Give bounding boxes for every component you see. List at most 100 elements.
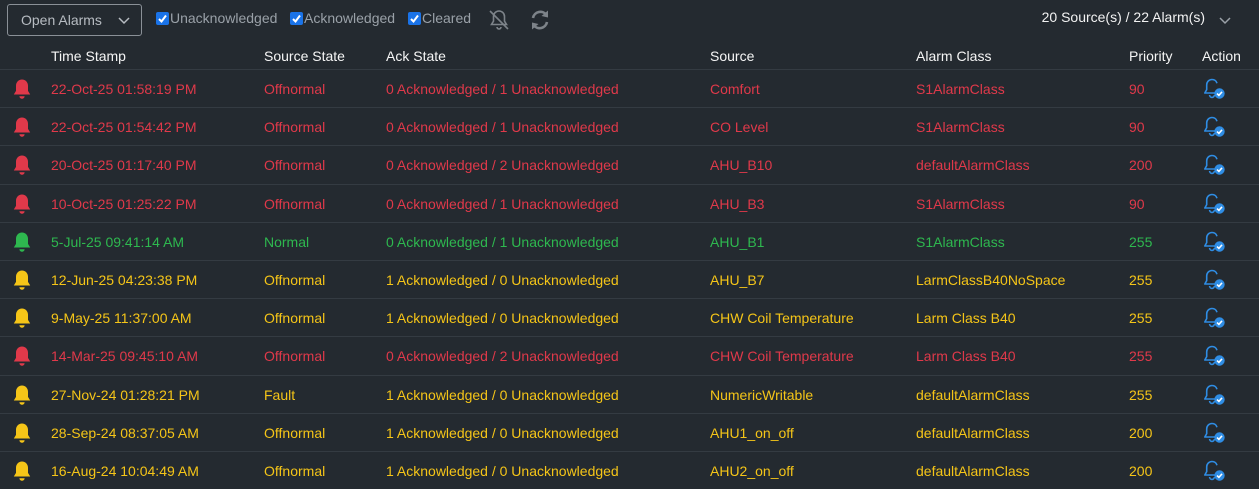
alarm-class-cell: defaultAlarmClass	[916, 157, 1030, 174]
ack-state-cell: 0 Acknowledged / 1 Unacknowledged	[386, 195, 619, 212]
acknowledge-alarm-icon[interactable]	[1202, 115, 1226, 139]
table-row[interactable]: 10-Oct-25 01:25:22 PM Offnormal 0 Acknow…	[0, 185, 1259, 223]
acknowledged-checkbox[interactable]	[290, 11, 303, 25]
chevron-down-icon[interactable]	[1218, 13, 1232, 27]
source-cell: Comfort	[710, 81, 760, 97]
alarm-bell-icon	[13, 308, 31, 328]
table-row[interactable]: 20-Oct-25 01:17:40 PM Offnormal 0 Acknow…	[0, 146, 1259, 185]
source-cell: AHU_B7	[710, 271, 765, 288]
source-state-cell: Offnormal	[264, 119, 326, 136]
ack-state-cell: 0 Acknowledged / 2 Unacknowledged	[386, 157, 619, 174]
acknowledge-alarm-icon[interactable]	[1202, 153, 1226, 177]
alarm-bell-icon	[13, 117, 31, 137]
source-cell: CHW Coil Temperature	[710, 310, 854, 327]
ack-state-cell: 1 Acknowledged / 0 Unacknowledged	[386, 424, 619, 441]
column-header-alarm-class[interactable]: Alarm Class	[916, 48, 991, 64]
acknowledge-alarm-icon[interactable]	[1202, 268, 1226, 292]
alarm-bell-icon	[13, 155, 31, 176]
table-row[interactable]: 28-Sep-24 08:37:05 AM Offnormal 1 Acknow…	[0, 414, 1259, 452]
source-cell: AHU2_on_off	[710, 462, 794, 479]
alarm-summary: 20 Source(s) / 22 Alarm(s)	[1041, 9, 1205, 25]
priority-cell: 255	[1129, 348, 1153, 365]
acknowledge-alarm-icon[interactable]	[1202, 192, 1226, 216]
filter-acknowledged-label: Acknowledged	[304, 10, 396, 26]
alarm-table-body: 22-Oct-25 01:58:19 PM Offnormal 0 Acknow…	[0, 70, 1259, 489]
column-header-priority[interactable]: Priority	[1129, 48, 1173, 64]
acknowledge-alarm-icon[interactable]	[1202, 306, 1226, 330]
filter-cleared[interactable]: Cleared	[408, 9, 471, 27]
priority-cell: 255	[1129, 310, 1153, 327]
acknowledge-alarm-icon[interactable]	[1202, 383, 1226, 407]
source-cell: AHU1_on_off	[710, 424, 794, 441]
alarm-class-cell: S1AlarmClass	[916, 81, 1005, 97]
table-row[interactable]: 5-Jul-25 09:41:14 AM Normal 0 Acknowledg…	[0, 223, 1259, 261]
ack-state-cell: 1 Acknowledged / 0 Unacknowledged	[386, 310, 619, 327]
alarm-bell-icon	[13, 385, 31, 405]
table-row[interactable]: 22-Oct-25 01:58:19 PM Offnormal 0 Acknow…	[0, 70, 1259, 109]
source-state-cell: Offnormal	[264, 424, 326, 441]
priority-cell: 255	[1129, 386, 1153, 403]
table-row[interactable]: 27-Nov-24 01:28:21 PM Fault 1 Acknowledg…	[0, 376, 1259, 414]
acknowledge-alarm-icon[interactable]	[1202, 421, 1226, 445]
priority-cell: 90	[1129, 119, 1145, 136]
priority-cell: 200	[1129, 157, 1153, 174]
alarm-class-cell: defaultAlarmClass	[916, 462, 1030, 479]
ack-state-cell: 0 Acknowledged / 2 Unacknowledged	[386, 348, 619, 365]
alarm-class-cell: defaultAlarmClass	[916, 424, 1030, 441]
timestamp-cell: 16-Aug-24 10:04:49 AM	[51, 462, 199, 479]
filter-unacknowledged[interactable]: Unacknowledged	[156, 9, 277, 27]
timestamp-cell: 22-Oct-25 01:58:19 PM	[51, 81, 197, 97]
priority-cell: 255	[1129, 271, 1153, 288]
alarm-bell-icon	[13, 79, 31, 99]
ack-state-cell: 1 Acknowledged / 0 Unacknowledged	[386, 386, 619, 403]
alarm-bell-icon	[13, 194, 31, 214]
column-header-source[interactable]: Source	[710, 48, 754, 64]
acknowledge-alarm-icon[interactable]	[1202, 459, 1226, 483]
timestamp-cell: 20-Oct-25 01:17:40 PM	[51, 157, 197, 174]
table-row[interactable]: 9-May-25 11:37:00 AM Offnormal 1 Acknowl…	[0, 299, 1259, 338]
refresh-icon[interactable]	[528, 8, 552, 32]
alarm-class-cell: S1AlarmClass	[916, 233, 1005, 250]
source-cell: CHW Coil Temperature	[710, 348, 854, 365]
bell-slash-icon[interactable]	[487, 8, 511, 32]
alarm-class-cell: defaultAlarmClass	[916, 386, 1030, 403]
priority-cell: 90	[1129, 195, 1145, 212]
source-cell: CO Level	[710, 119, 769, 136]
source-state-cell: Offnormal	[264, 157, 326, 174]
alarm-bell-icon	[13, 270, 31, 290]
timestamp-cell: 12-Jun-25 04:23:38 PM	[51, 271, 198, 288]
alarm-view-select[interactable]: Open Alarms	[7, 4, 142, 36]
timestamp-cell: 5-Jul-25 09:41:14 AM	[51, 233, 185, 250]
alarm-bell-icon	[13, 461, 31, 481]
table-row[interactable]: 16-Aug-24 10:04:49 AM Offnormal 1 Acknow…	[0, 452, 1259, 489]
acknowledge-alarm-icon[interactable]	[1202, 344, 1226, 368]
alarm-class-cell: S1AlarmClass	[916, 119, 1005, 136]
cleared-checkbox[interactable]	[408, 11, 421, 25]
table-row[interactable]: 14-Mar-25 09:45:10 AM Offnormal 0 Acknow…	[0, 337, 1259, 376]
filter-unacknowledged-label: Unacknowledged	[170, 10, 278, 26]
timestamp-cell: 22-Oct-25 01:54:42 PM	[51, 119, 197, 136]
source-state-cell: Offnormal	[264, 271, 326, 288]
source-cell: AHU_B10	[710, 157, 773, 174]
column-header-source-state[interactable]: Source State	[264, 48, 345, 64]
alarm-view-select-value: Open Alarms	[21, 12, 102, 28]
filter-cleared-label: Cleared	[422, 10, 472, 26]
table-row[interactable]: 22-Oct-25 01:54:42 PM Offnormal 0 Acknow…	[0, 108, 1259, 147]
ack-state-cell: 0 Acknowledged / 1 Unacknowledged	[386, 81, 619, 97]
column-header-timestamp[interactable]: Time Stamp	[51, 48, 126, 64]
alarm-bell-icon	[13, 346, 31, 367]
timestamp-cell: 28-Sep-24 08:37:05 AM	[51, 424, 199, 441]
filter-acknowledged[interactable]: Acknowledged	[290, 9, 395, 27]
column-header-ack-state[interactable]: Ack State	[386, 48, 446, 64]
acknowledge-alarm-icon[interactable]	[1202, 77, 1226, 101]
ack-state-cell: 1 Acknowledged / 0 Unacknowledged	[386, 271, 619, 288]
source-cell: AHU_B1	[710, 233, 765, 250]
source-cell: AHU_B3	[710, 195, 765, 212]
alarm-class-cell: LarmClassB40NoSpace	[916, 271, 1066, 288]
alarm-bell-icon	[13, 423, 31, 443]
ack-state-cell: 1 Acknowledged / 0 Unacknowledged	[386, 462, 619, 479]
acknowledge-alarm-icon[interactable]	[1202, 230, 1226, 254]
table-row[interactable]: 12-Jun-25 04:23:38 PM Offnormal 1 Acknow…	[0, 261, 1259, 300]
source-state-cell: Offnormal	[264, 348, 326, 365]
unacknowledged-checkbox[interactable]	[156, 11, 169, 25]
